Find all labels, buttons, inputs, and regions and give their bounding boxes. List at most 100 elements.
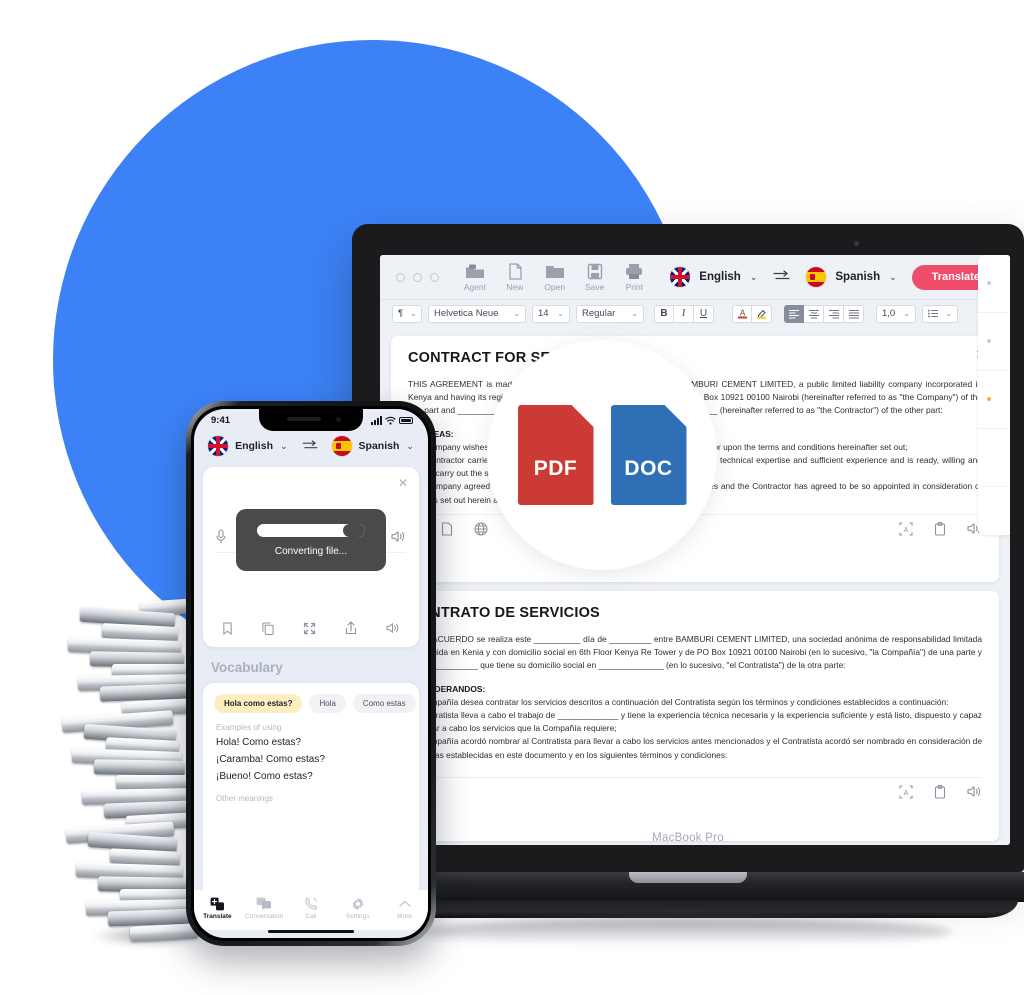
font-size-value: 14 — [538, 308, 549, 319]
line-spacing-value: 1,0 — [882, 308, 896, 319]
chevron-down-icon[interactable]: ⌄ — [889, 272, 897, 283]
bullet-icon — [987, 339, 991, 343]
phone-source-language[interactable]: English — [235, 440, 273, 452]
toolbar-button-print[interactable]: Print — [614, 263, 654, 292]
toolbar-button-open[interactable]: Open — [535, 263, 575, 292]
tab-call[interactable]: Call — [288, 897, 335, 920]
open-folder-icon — [545, 265, 564, 278]
italic-button[interactable]: I — [674, 304, 694, 323]
close-icon[interactable]: ✕ — [398, 476, 408, 490]
alignment-group — [784, 304, 864, 323]
tab-settings[interactable]: Settings — [334, 897, 381, 920]
text-color-icon[interactable]: A — [732, 304, 752, 323]
iphone-notch — [259, 409, 363, 431]
tab-translate[interactable]: Translate — [194, 897, 241, 920]
vocabulary-chip-row: Hola como estas? Hola Como estas Estas — [203, 694, 419, 723]
target-language-label[interactable]: Spanish — [835, 271, 880, 283]
phone-tab-bar: Translate Conversation Call Settings Mor… — [194, 889, 428, 930]
status-time: 9:41 — [211, 414, 231, 426]
language-selector-group: English ⌄ Spanish ⌄ — [670, 267, 897, 287]
side-panel-row[interactable] — [978, 371, 1010, 429]
svg-text:A: A — [739, 309, 745, 318]
speaker-icon[interactable] — [391, 530, 406, 543]
earpiece-speaker — [287, 417, 321, 421]
microphone-icon[interactable] — [216, 529, 226, 544]
expand-icon[interactable] — [303, 622, 316, 635]
tab-label: Call — [305, 913, 317, 920]
front-camera-icon — [336, 417, 341, 422]
macbook-device: Agent New Open Save Print English ⌄ Span… — [322, 224, 1024, 964]
side-panel-row[interactable] — [978, 255, 1010, 313]
chevron-down-icon[interactable]: ⌄ — [406, 441, 414, 452]
toolbar-button-save[interactable]: Save — [575, 263, 615, 292]
font-size-select[interactable]: 14 ⌄ — [532, 304, 570, 323]
card-action-icons — [203, 621, 419, 635]
new-document-icon — [509, 262, 522, 280]
speaker-icon[interactable] — [967, 785, 982, 798]
bookmark-icon[interactable] — [222, 621, 233, 635]
align-justify-icon[interactable] — [844, 304, 864, 323]
save-disk-icon — [587, 263, 602, 279]
vocabulary-chip[interactable]: Como estas — [352, 694, 416, 713]
tab-conversation[interactable]: Conversation — [241, 897, 288, 920]
doc-file-icon: DOC — [611, 405, 687, 505]
zoom-window-button[interactable] — [430, 272, 439, 282]
tab-more[interactable]: More — [381, 897, 428, 920]
progress-bar — [257, 523, 365, 537]
align-left-icon[interactable] — [784, 304, 804, 323]
agent-icon — [465, 264, 484, 278]
toolbar-label: Print — [625, 281, 644, 292]
home-indicator — [268, 929, 354, 933]
side-panel-row[interactable] — [978, 429, 1010, 487]
color-group: A — [732, 304, 772, 323]
globe-icon[interactable] — [474, 522, 488, 536]
bullet-list-select[interactable]: ⌄ — [922, 304, 958, 323]
tab-label: Translate — [203, 913, 232, 920]
font-weight-select[interactable]: Regular ⌄ — [576, 304, 644, 323]
app-toolbar: Agent New Open Save Print English ⌄ Span… — [380, 255, 1010, 299]
paragraph-style-select[interactable]: ¶ ⌄ — [392, 304, 422, 323]
copy-icon[interactable] — [262, 621, 274, 635]
highlight-icon[interactable] — [752, 304, 772, 323]
chevron-down-icon[interactable]: ⌄ — [750, 272, 758, 283]
clipboard-icon[interactable] — [934, 785, 946, 799]
vocabulary-card: Hola como estas? Hola Como estas Estas E… — [203, 683, 419, 890]
chevron-down-icon: ⌄ — [631, 309, 638, 318]
text-select-icon[interactable]: A — [899, 785, 913, 799]
text-style-group: B I U — [654, 304, 714, 323]
side-panel-row[interactable] — [978, 313, 1010, 371]
side-panel[interactable] — [978, 255, 1010, 535]
underline-button[interactable]: U — [694, 304, 714, 323]
line-spacing-select[interactable]: 1,0 ⌄ — [876, 304, 916, 323]
svg-text:A: A — [904, 790, 909, 797]
align-right-icon[interactable] — [824, 304, 844, 323]
chevron-up-icon — [398, 900, 411, 907]
chevron-down-icon[interactable]: ⌄ — [280, 441, 288, 452]
pdf-file-icon: PDF — [518, 405, 594, 505]
font-family-select[interactable]: Helvetica Neue ⌄ — [428, 304, 526, 323]
vocabulary-chip[interactable]: Hola — [309, 694, 346, 713]
tab-label: More — [397, 913, 412, 920]
bold-button[interactable]: B — [654, 304, 674, 323]
swap-arrows-icon[interactable] — [302, 437, 318, 455]
share-icon[interactable] — [345, 621, 357, 635]
align-center-icon[interactable] — [804, 304, 824, 323]
toast-label: Converting file... — [274, 545, 348, 557]
source-language-label[interactable]: English — [699, 271, 741, 283]
file-icon[interactable] — [441, 522, 453, 536]
spain-flag-icon — [806, 267, 827, 287]
uk-flag-icon — [670, 267, 691, 287]
speaker-icon[interactable] — [386, 622, 400, 634]
font-weight-value: Regular — [582, 308, 616, 319]
minimize-window-button[interactable] — [413, 272, 422, 282]
vocabulary-chip[interactable]: Hola como estas? — [214, 694, 303, 713]
toolbar-button-new[interactable]: New — [495, 262, 535, 292]
toolbar-button-agent[interactable]: Agent — [455, 263, 495, 292]
swap-arrows-icon[interactable] — [773, 268, 790, 286]
close-window-button[interactable] — [396, 272, 405, 282]
clipboard-icon[interactable] — [934, 522, 946, 536]
text-select-icon[interactable]: A — [899, 522, 913, 536]
phone-target-language[interactable]: Spanish — [359, 440, 400, 452]
target-paragraph: CONSIDERANDOS: — [408, 683, 486, 694]
window-controls[interactable] — [396, 272, 439, 282]
